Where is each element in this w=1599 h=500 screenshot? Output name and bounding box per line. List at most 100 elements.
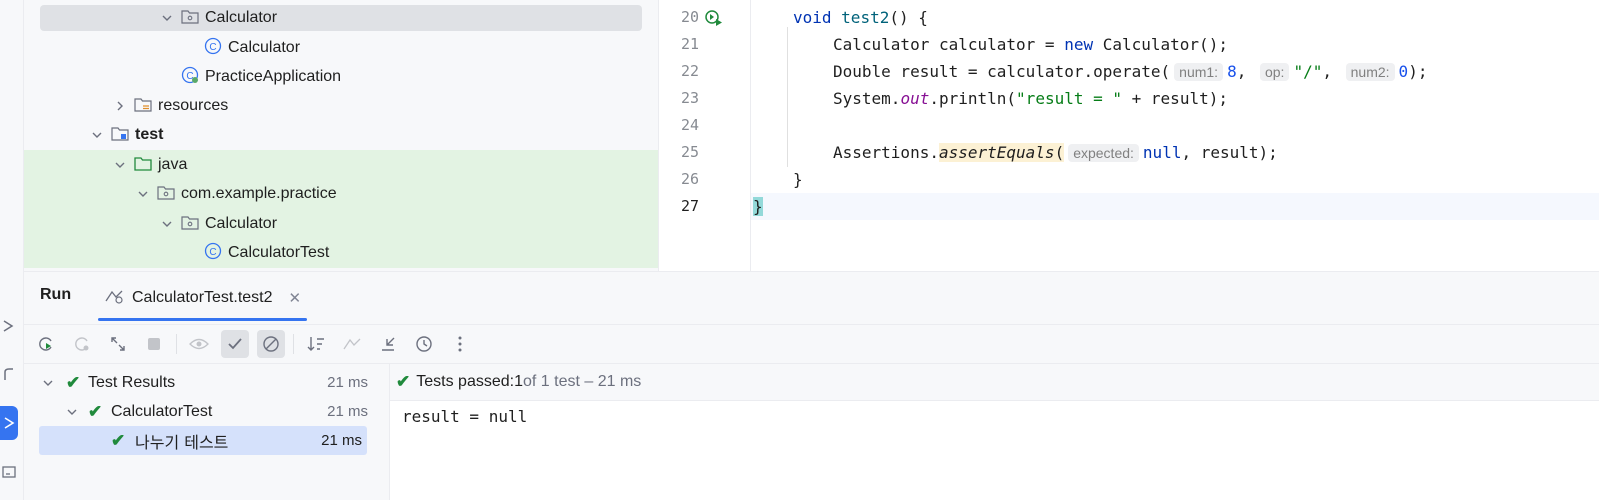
project-tree: Calculator C Calculator C PracticeApplic… bbox=[24, 0, 658, 271]
tree-item-practice-application[interactable]: C PracticeApplication bbox=[24, 62, 658, 92]
code-text: Calculator calculator = bbox=[833, 35, 1065, 54]
services-icon[interactable] bbox=[0, 312, 18, 340]
code-text: ); bbox=[1408, 62, 1428, 81]
class-icon: C bbox=[204, 37, 222, 59]
test-results-tree: ✔ Test Results 21 ms ✔ CalculatorTest 21… bbox=[24, 364, 390, 500]
tree-item-label: java bbox=[158, 156, 188, 173]
code-line-20: void test2() { bbox=[751, 4, 1599, 31]
chevron-down-icon[interactable] bbox=[135, 186, 151, 202]
chevron-down-icon[interactable] bbox=[159, 216, 175, 232]
package-icon bbox=[181, 214, 199, 234]
line-number: 26 bbox=[680, 170, 699, 188]
indent-guide bbox=[787, 27, 788, 167]
toggle-auto-test-icon[interactable] bbox=[104, 330, 132, 358]
tree-item-calculator-test-package[interactable]: Calculator bbox=[24, 209, 658, 239]
test-source-folder-icon bbox=[134, 155, 152, 175]
line-number: 27 bbox=[680, 197, 699, 215]
collapse-all-icon[interactable] bbox=[374, 330, 402, 358]
chevron-down-icon[interactable] bbox=[159, 10, 175, 26]
rerun-icon[interactable] bbox=[32, 330, 60, 358]
passed-check-icon: ✔ bbox=[111, 430, 126, 450]
chevron-down-icon[interactable] bbox=[64, 404, 80, 420]
tree-item-test[interactable]: test bbox=[24, 120, 658, 150]
code-text: () { bbox=[889, 8, 928, 27]
show-passed-icon[interactable] bbox=[221, 330, 249, 358]
passed-check-icon: ✔ bbox=[88, 401, 103, 421]
test-run-icon bbox=[104, 288, 124, 308]
line-number: 25 bbox=[680, 143, 699, 161]
sort-icon[interactable] bbox=[302, 330, 330, 358]
tree-item-calculator-package[interactable]: Calculator bbox=[24, 3, 658, 33]
run-tool-icon[interactable] bbox=[0, 406, 18, 440]
run-toolbar bbox=[24, 324, 1599, 364]
param-hint: op: bbox=[1259, 62, 1290, 81]
tree-item-resources[interactable]: resources bbox=[24, 91, 658, 121]
chevron-down-icon[interactable] bbox=[112, 157, 128, 173]
run-test-gutter-icon[interactable] bbox=[705, 9, 723, 31]
code-line-23: System. out .println("result = " + result)… bbox=[751, 85, 1599, 112]
test-duration: 21 ms bbox=[321, 432, 362, 449]
code-text: ( bbox=[1054, 143, 1065, 162]
code-static-field: out bbox=[900, 89, 930, 108]
show-ignored-toggle-icon[interactable] bbox=[257, 330, 285, 358]
git-icon[interactable] bbox=[0, 360, 18, 388]
tree-item-calculator-class[interactable]: C Calculator bbox=[24, 33, 658, 63]
spring-class-icon: C bbox=[181, 66, 199, 88]
console-output-line: result = null bbox=[402, 407, 528, 426]
test-history-icon[interactable] bbox=[410, 330, 438, 358]
status-count: 1 bbox=[514, 373, 523, 390]
svg-text:C: C bbox=[209, 42, 216, 53]
close-icon[interactable]: ✕ bbox=[289, 289, 302, 307]
code-method-name: test2 bbox=[841, 8, 890, 27]
test-class-node[interactable]: ✔ CalculatorTest 21 ms bbox=[24, 397, 390, 426]
chevron-right-icon[interactable] bbox=[112, 98, 128, 114]
code-editor[interactable]: 20 21 22 23 24 25 26 27 void test2() { C… bbox=[658, 0, 1599, 271]
line-number: 24 bbox=[680, 116, 699, 134]
console-output[interactable]: result = null bbox=[390, 401, 1599, 500]
import-tests-icon[interactable] bbox=[338, 330, 366, 358]
resources-folder-icon bbox=[134, 96, 152, 116]
selection-highlight bbox=[40, 5, 642, 31]
more-options-icon[interactable] bbox=[446, 330, 474, 358]
tree-item-label: Calculator bbox=[205, 215, 278, 232]
terminal-icon[interactable] bbox=[0, 458, 18, 486]
code-text: Assertions. bbox=[833, 143, 939, 162]
toolbar-divider bbox=[176, 334, 177, 354]
test-node-label: Test Results bbox=[88, 373, 176, 391]
tab-calculator-test-2[interactable]: CalculatorTest.test2 ✕ bbox=[92, 272, 313, 324]
test-method-node[interactable]: ✔ 나누기 테스트 21 ms bbox=[39, 426, 367, 455]
run-tool-window: Run CalculatorTest.test2 ✕ ✔ Test Result… bbox=[24, 271, 1599, 500]
test-status-bar: ✔ Tests passed: 1 of 1 test – 21 ms bbox=[390, 364, 1599, 401]
run-header: Run CalculatorTest.test2 ✕ bbox=[24, 272, 1599, 324]
test-results-root[interactable]: ✔ Test Results 21 ms bbox=[24, 368, 390, 397]
code-string: "result = " bbox=[1016, 89, 1123, 108]
tree-item-label: PracticeApplication bbox=[205, 68, 342, 85]
chevron-down-icon[interactable] bbox=[89, 127, 105, 143]
code-line-22: Double result = calculator.operate(num1:… bbox=[833, 62, 1428, 81]
tool-window-strip bbox=[0, 0, 24, 500]
tree-item-label: com.example.practice bbox=[181, 185, 337, 202]
tree-item-calculator-test-class[interactable]: C CalculatorTest bbox=[24, 238, 658, 268]
package-icon bbox=[181, 8, 199, 28]
tree-item-label: Calculator bbox=[228, 39, 301, 56]
code-line-27-current: } bbox=[751, 193, 1599, 220]
chevron-down-icon[interactable] bbox=[40, 375, 56, 391]
passed-check-icon: ✔ bbox=[66, 372, 81, 392]
stop-icon[interactable] bbox=[140, 330, 168, 358]
rerun-failed-icon[interactable] bbox=[68, 330, 96, 358]
console-area: ✔ Tests passed: 1 of 1 test – 21 ms resu… bbox=[390, 364, 1599, 500]
tree-item-com-example-practice[interactable]: com.example.practice bbox=[24, 179, 658, 209]
code-keyword: null bbox=[1142, 143, 1182, 162]
tree-item-label: test bbox=[135, 126, 164, 143]
toolbar-divider bbox=[293, 334, 294, 354]
code-text: , result); bbox=[1181, 143, 1278, 162]
editor-gutter: 20 21 22 23 24 25 26 27 bbox=[659, 0, 751, 271]
tree-item-java[interactable]: java bbox=[24, 150, 658, 180]
code-number: 8 bbox=[1227, 62, 1237, 81]
active-tab-indicator bbox=[98, 318, 308, 321]
code-line-21: Calculator calculator = new Calculator()… bbox=[751, 31, 1599, 58]
show-ignored-icon[interactable] bbox=[185, 330, 213, 358]
code-number: 0 bbox=[1398, 62, 1409, 81]
test-duration: 21 ms bbox=[327, 374, 368, 391]
class-icon: C bbox=[204, 242, 222, 264]
